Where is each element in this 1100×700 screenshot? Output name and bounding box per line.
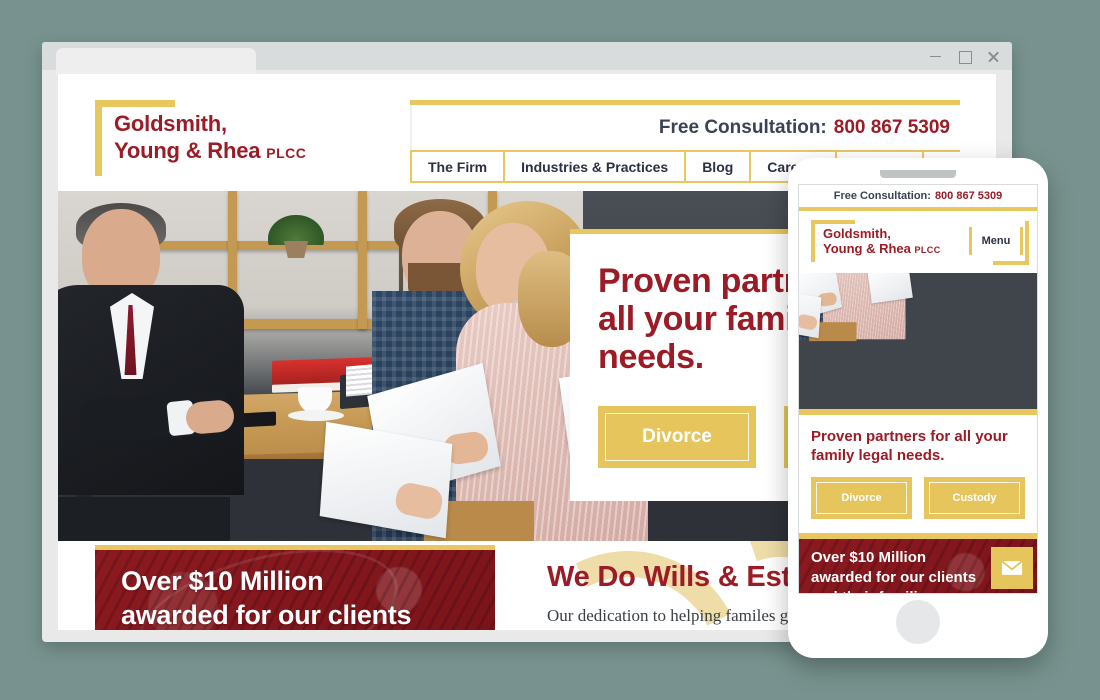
money-banner-text: Over $10 Million awarded for our clients [121,564,495,630]
mobile-hero-image [799,273,913,342]
document-page [867,273,913,304]
mobile-logo-line-2: Young & Rhea [823,241,911,256]
phone-home-button[interactable] [896,600,940,644]
shelf-plant [268,215,324,245]
maximize-icon[interactable] [958,50,972,64]
mobile-consultation-phone[interactable]: 800 867 5309 [935,190,1002,202]
logo-text: Goldsmith, Young & Rhea PLCC [114,100,306,167]
money-award-banner[interactable]: Over $10 Million awarded for our clients [95,545,495,630]
browser-tab[interactable] [56,48,256,74]
mobile-hero-heading: Proven partners for all your family lega… [811,428,1008,464]
lawyer-legs [58,497,230,541]
shelf-plant-pot [284,241,308,258]
mobile-hero-copy: Proven partners for all your family lega… [799,415,1037,519]
consultation-phone[interactable]: 800 867 5309 [834,117,950,139]
mobile-cta-group: Divorce Custody [811,477,1025,519]
logo-suffix: PLCC [266,145,307,161]
client-couple-figures [799,273,913,342]
mockup-stage: Goldsmith, Young & Rhea PLCC Free Consul… [0,0,1100,700]
browser-chrome [42,42,1012,74]
mobile-consultation-label: Free Consultation: [833,190,931,202]
nav-item-industries-practices[interactable]: Industries & Practices [505,152,687,181]
phone-mockup: Free Consultation: 800 867 5309 Goldsmit… [788,158,1048,658]
phone-speaker-icon [880,170,956,178]
lawyer-figure [58,203,244,541]
coffee-saucer [288,410,344,421]
free-consultation: Free Consultation: 800 867 5309 [410,105,960,150]
shelf [358,191,367,329]
mobile-money-line-2: awarded for our clients [811,569,977,586]
window-controls [929,42,1000,70]
nav-item-the-firm[interactable]: The Firm [410,152,506,181]
mobile-header: Goldsmith, Young & Rhea PLCC Menu [799,211,1037,273]
mobile-divorce-button[interactable]: Divorce [811,477,912,519]
money-line-1: Over $10 Million [121,566,324,596]
mobile-money-line-1: Over $10 Million [811,549,927,566]
divorce-button[interactable]: Divorce [598,406,756,468]
mobile-free-consultation: Free Consultation: 800 867 5309 [799,185,1037,211]
logo-line-2: Young & Rhea [114,138,261,163]
close-icon[interactable] [987,50,1000,63]
logo-line-1: Goldsmith, [114,111,227,136]
mobile-custody-button[interactable]: Custody [924,477,1025,519]
money-line-2: awarded for our clients [121,600,412,630]
mobile-menu-button[interactable]: Menu [969,227,1023,255]
mobile-logo-line-1: Goldsmith, [823,226,891,241]
mobile-logo-suffix: PLCC [914,245,941,255]
mobile-hero-photo [799,273,1037,415]
mobile-money-line-3: and their families [811,589,934,593]
phone-screen: Free Consultation: 800 867 5309 Goldsmit… [798,184,1038,594]
envelope-icon[interactable] [991,547,1033,589]
minimize-icon[interactable] [929,50,942,63]
consultation-label: Free Consultation: [658,116,827,138]
site-logo[interactable]: Goldsmith, Young & Rhea PLCC [95,100,306,176]
nav-item-blog[interactable]: Blog [686,152,752,181]
